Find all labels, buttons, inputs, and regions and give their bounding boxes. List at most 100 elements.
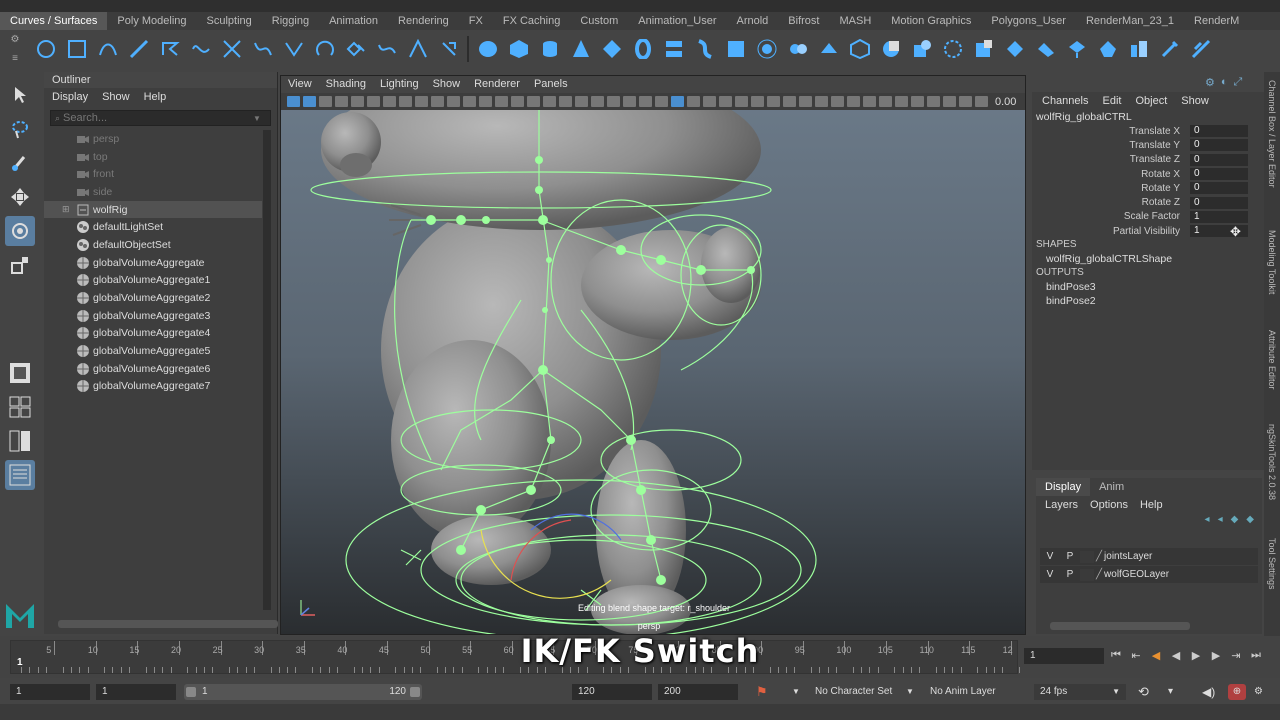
shelf-tool-button[interactable] [340, 34, 371, 64]
viewport-toolbar-button[interactable] [959, 96, 972, 107]
outliner-layout-button[interactable] [5, 460, 35, 490]
shelf-tab[interactable]: RenderMan_23_1 [1076, 12, 1184, 30]
outliner-item[interactable]: globalVolumeAggregate5 [44, 342, 262, 360]
layer-visibility-toggle[interactable]: V [1040, 569, 1060, 580]
shelf-tool-button[interactable] [30, 34, 61, 64]
animation-end-field[interactable]: 200 [658, 684, 738, 700]
shelf-tab[interactable]: Poly Modeling [107, 12, 196, 30]
viewport-toolbar-button[interactable] [575, 96, 588, 107]
select-tool-button[interactable] [5, 80, 35, 110]
chevron-down-icon[interactable]: ▾ [1168, 684, 1173, 700]
channel-attribute-name[interactable]: Translate Z [1032, 154, 1190, 165]
shelf-tool-button[interactable] [906, 34, 937, 64]
shelf-tab[interactable]: FX Caching [493, 12, 570, 30]
time-slider-track[interactable]: 5 10 15 20 25 30 35 40 45 50 55 60 65 70 75 80 85 90 95 100… [10, 640, 1020, 674]
step-back-frame-icon[interactable]: ◀ [1148, 646, 1164, 664]
viewport-toolbar-button[interactable] [383, 96, 396, 107]
layer-color-swatch[interactable] [1080, 550, 1094, 563]
new-layer-selected-icon[interactable]: ◆ [1246, 514, 1254, 534]
outliner-item[interactable]: side [44, 183, 262, 201]
viewport-toolbar-button[interactable] [511, 96, 524, 107]
shelf-tool-button[interactable] [309, 34, 340, 64]
two-pane-layout-button[interactable] [5, 426, 35, 456]
layer-editor-menu-item[interactable]: Layers [1045, 496, 1078, 514]
shelf-tool-button[interactable] [1154, 34, 1185, 64]
range-slider-end-handle[interactable] [410, 687, 420, 697]
shelf-tool-button[interactable] [278, 34, 309, 64]
sound-icon[interactable]: ◀) [1202, 684, 1215, 700]
animation-start-field[interactable]: 1 [10, 684, 90, 700]
shelf-tab[interactable]: FX [459, 12, 493, 30]
four-pane-layout-button[interactable] [5, 392, 35, 422]
search-input[interactable] [63, 112, 254, 124]
shelf-tab[interactable]: MASH [829, 12, 881, 30]
single-pane-layout-button[interactable] [5, 358, 35, 388]
channel-attribute-value[interactable]: 0 [1190, 196, 1248, 209]
outliner-item[interactable]: globalVolumeAggregate [44, 254, 262, 272]
output-node[interactable]: bindPose3 [1032, 280, 1264, 294]
outliner-vertical-scrollbar[interactable] [263, 130, 271, 610]
channel-attribute-value[interactable]: 0 [1190, 182, 1248, 195]
channel-box-node-name[interactable]: wolfRig_globalCTRL [1032, 110, 1264, 124]
layer-editor-menu-item[interactable]: Help [1140, 496, 1163, 514]
shelf-tool-button[interactable] [1030, 34, 1061, 64]
move-tool-button[interactable] [5, 182, 35, 212]
shelf-tool-button[interactable] [503, 34, 534, 64]
outliner-item[interactable]: front [44, 165, 262, 183]
channel-attribute-value[interactable]: 0 [1190, 139, 1248, 152]
shelf-tool-button[interactable] [154, 34, 185, 64]
viewport-menu-item[interactable]: Show [426, 76, 468, 93]
outliner-item[interactable]: globalVolumeAggregate2 [44, 289, 262, 307]
shelf-tab[interactable]: Polygons_User [981, 12, 1076, 30]
outliner-item[interactable]: globalVolumeAggregate4 [44, 325, 262, 343]
shelf-tool-button[interactable] [1061, 34, 1092, 64]
viewport-menu-item[interactable]: Shading [319, 76, 373, 93]
viewport-toolbar-button[interactable] [655, 96, 668, 107]
chevron-down-icon[interactable]: ▼ [253, 114, 261, 123]
loop-icon[interactable]: ⟲ [1138, 684, 1149, 700]
go-to-end-icon[interactable]: ⏭ [1248, 646, 1264, 664]
step-forward-frame-icon[interactable]: ▶ [1208, 646, 1224, 664]
range-slider-start-handle[interactable] [186, 687, 196, 697]
channel-box-menu-item[interactable]: Edit [1102, 92, 1121, 110]
viewport-value-readout[interactable]: 0.00 [995, 96, 1016, 108]
character-set-dropdown[interactable]: No Character Set [815, 684, 892, 700]
layer-playback-toggle[interactable]: P [1060, 569, 1080, 580]
shelf-tool-button[interactable] [968, 34, 999, 64]
outliner-item[interactable]: persp [44, 130, 262, 148]
channel-attribute-value[interactable]: 0 [1190, 168, 1248, 181]
viewport-toolbar-button[interactable] [431, 96, 444, 107]
expand-icon[interactable]: ⊞ [62, 204, 72, 215]
channel-attribute-row[interactable]: Rotate X0 [1032, 167, 1264, 181]
shelf-tab[interactable]: Bifrost [778, 12, 829, 30]
viewport-toolbar-button[interactable] [815, 96, 828, 107]
viewport-toolbar-button[interactable] [351, 96, 364, 107]
channel-box-menu-item[interactable]: Channels [1042, 92, 1088, 110]
shelf-tool-button[interactable] [627, 34, 658, 64]
side-tab[interactable]: Modeling Toolkit [1267, 230, 1277, 294]
viewport-toolbar-button[interactable] [911, 96, 924, 107]
layer-horizontal-scrollbar[interactable] [1050, 622, 1190, 630]
viewport-menu-item[interactable]: Renderer [467, 76, 527, 93]
anim-prefs-icon[interactable]: ⚙ [1254, 684, 1263, 700]
layer-row[interactable]: V P ╱ wolfGEOLayer [1040, 566, 1258, 583]
shelf-tool-button[interactable] [813, 34, 844, 64]
viewport-toolbar-button[interactable] [799, 96, 812, 107]
step-forward-key-icon[interactable]: ⇥ [1228, 646, 1244, 664]
range-slider[interactable]: 1 120 [184, 684, 422, 700]
viewport-toolbar-button[interactable] [495, 96, 508, 107]
fps-dropdown[interactable]: 24 fps ▼ [1034, 684, 1126, 700]
play-forward-icon[interactable]: ▶ [1188, 646, 1204, 664]
anim-layer-dropdown[interactable]: No Anim Layer [930, 684, 996, 700]
shelf-tool-button[interactable] [534, 34, 565, 64]
viewport-toolbar-button[interactable] [879, 96, 892, 107]
chevron-down-icon[interactable]: ▼ [906, 684, 914, 700]
layer-editor-tab[interactable]: Display [1036, 478, 1091, 496]
shelf-tool-button[interactable] [247, 34, 278, 64]
viewport-toolbar-button[interactable] [639, 96, 652, 107]
outliner-search[interactable]: ⌕ ▼ [50, 110, 271, 126]
viewport-scene[interactable] [281, 110, 1026, 635]
viewport-toolbar-button[interactable] [671, 96, 684, 107]
layer-row[interactable]: V P ╱ jointsLayer [1040, 548, 1258, 565]
viewport-menu-item[interactable]: Panels [527, 76, 575, 93]
